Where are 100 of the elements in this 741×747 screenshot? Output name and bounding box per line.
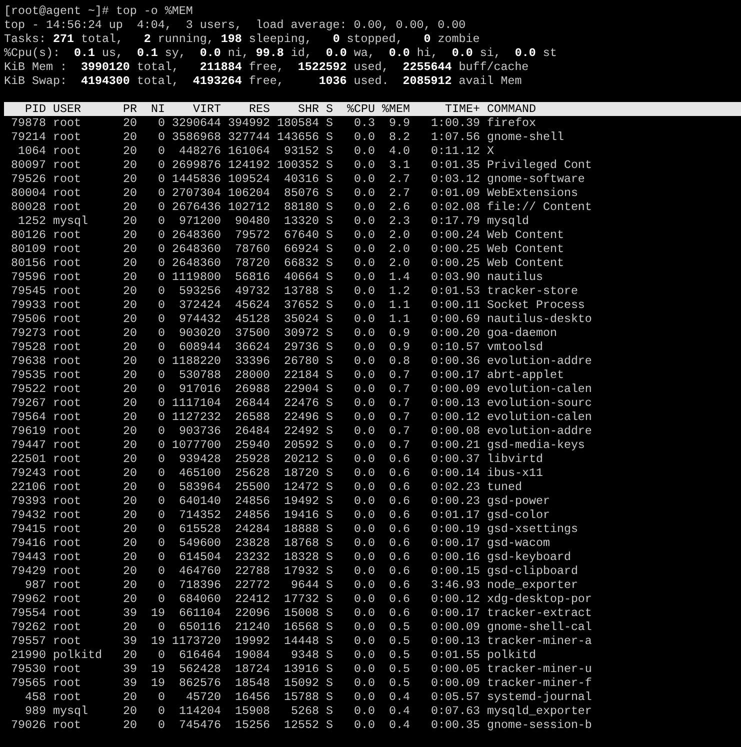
table-cell-text: 26484 xyxy=(234,424,270,438)
table-cell-text: 372424 xyxy=(178,298,221,312)
table-cell-text: 49732 xyxy=(234,284,270,298)
table-cell-text: root xyxy=(53,116,82,130)
table-cell-text: 0 xyxy=(157,564,165,578)
table-cell-text: 0.0 xyxy=(353,690,375,704)
table-cell: 180584 xyxy=(277,116,319,130)
table-cell-text: 18724 xyxy=(234,662,270,676)
table-cell-text: 0 xyxy=(157,620,165,634)
table-cell-text: 0.4 xyxy=(388,718,410,732)
table-cell-text: 0:00.17 xyxy=(430,368,480,382)
table-cell-text: 30972 xyxy=(283,326,319,340)
table-cell-text: 917016 xyxy=(178,382,221,396)
table-cell-text: 20 xyxy=(122,158,137,172)
table-cell-text: 79447 xyxy=(10,438,46,452)
table-cell-text: 0:00.37 xyxy=(430,452,480,466)
table-cell-text: root xyxy=(53,438,82,452)
table-cell-text: 640140 xyxy=(178,494,221,508)
table-cell-text: root xyxy=(53,452,82,466)
table-cell-text: 745476 xyxy=(178,718,221,732)
table-cell-text: 20 xyxy=(122,228,137,242)
table-cell-text: root xyxy=(53,144,82,158)
table-cell-text: 20 xyxy=(122,578,137,592)
table-cell-text: root xyxy=(53,718,82,732)
table-cell-text: root xyxy=(53,550,82,564)
table-cell: 1173720 xyxy=(172,634,221,648)
column-header: %MEM xyxy=(382,102,410,116)
table-cell: S xyxy=(326,186,333,200)
table-cell: WebExtensions xyxy=(487,186,578,200)
table-cell: S xyxy=(326,130,333,144)
table-cell: 3290644 xyxy=(172,116,221,130)
table-cell-text: root xyxy=(53,536,82,550)
table-cell-text: 79267 xyxy=(10,396,46,410)
table-cell: S xyxy=(326,284,333,298)
table-cell-text: 0 xyxy=(157,494,165,508)
summary-line: Tasks: 271 total, 2 running, 198 sleeping, 0 stopped, 0 zombie xyxy=(4,32,480,46)
table-cell-text: 20 xyxy=(122,326,137,340)
table-cell: 1077700 xyxy=(172,438,221,452)
table-cell: abrt-applet xyxy=(487,368,564,382)
table-cell-text: 0:03.12 xyxy=(430,172,480,186)
table-cell-text: 0.0 xyxy=(353,172,375,186)
table-cell-text: 1064 xyxy=(17,144,46,158)
table-cell-text: 20 xyxy=(122,270,137,284)
table-cell-text: 0.0 xyxy=(353,718,375,732)
table-cell-text: 20 xyxy=(122,452,137,466)
table-cell: S xyxy=(326,592,333,606)
table-cell-text: 45624 xyxy=(234,298,270,312)
table-cell-text: 20 xyxy=(122,382,137,396)
table-cell-text: 25928 xyxy=(234,452,270,466)
table-cell: S xyxy=(326,312,333,326)
summary-line: KiB Mem : 3990120 total, 211884 free, 1522592 used, 2255644 buff/cache xyxy=(4,60,529,74)
table-cell-text: 0.0 xyxy=(353,438,375,452)
table-cell-text: 13788 xyxy=(283,284,319,298)
table-cell-text: 0 xyxy=(157,144,165,158)
table-cell-text: 0.0 xyxy=(353,284,375,298)
table-cell-text: 79596 xyxy=(10,270,46,284)
table-cell: 2707304 xyxy=(172,186,221,200)
column-header: S xyxy=(326,102,333,116)
table-cell-text: 66832 xyxy=(283,256,319,270)
table-cell: S xyxy=(326,214,333,228)
table-cell-text: 0 xyxy=(157,452,165,466)
table-cell-text: 0 xyxy=(157,536,165,550)
table-cell-text: 20 xyxy=(122,186,137,200)
table-cell-text: 79262 xyxy=(10,620,46,634)
table-cell-text: 0.0 xyxy=(353,214,375,228)
table-cell-text: 80126 xyxy=(10,228,46,242)
table-cell-text: 79243 xyxy=(10,466,46,480)
table-cell-text: 0.7 xyxy=(388,410,410,424)
table-cell: S xyxy=(326,648,333,662)
table-cell-text: 25940 xyxy=(234,438,270,452)
table-cell-text: 20 xyxy=(122,256,137,270)
table-cell-text: 0:00.08 xyxy=(430,424,480,438)
table-cell-text: 22788 xyxy=(234,564,270,578)
table-cell-text: 79273 xyxy=(10,326,46,340)
table-cell-text: 0:00.09 xyxy=(430,620,480,634)
table-cell-text: 0.0 xyxy=(353,312,375,326)
table-cell-text: 608944 xyxy=(178,340,221,354)
table-cell-text: 0 xyxy=(157,396,165,410)
table-cell: gnome-software xyxy=(487,172,585,186)
summary-line: top - 14:56:24 up 4:04, 3 users, load average: 0.00, 0.00, 0.00 xyxy=(4,18,466,32)
table-cell-text: 0.6 xyxy=(388,592,410,606)
table-cell-text: 79962 xyxy=(10,592,46,606)
table-cell-text: 15008 xyxy=(283,606,319,620)
column-header: TIME+ xyxy=(444,102,480,116)
table-cell: S xyxy=(326,382,333,396)
table-cell-text: 0.0 xyxy=(353,200,375,214)
table-cell-text: 0:00.09 xyxy=(430,676,480,690)
table-cell-text: 26844 xyxy=(234,396,270,410)
table-cell-text: root xyxy=(53,312,82,326)
table-cell: Socket Process xyxy=(487,298,585,312)
table-cell-text: 20592 xyxy=(283,438,319,452)
table-cell-text: 5268 xyxy=(290,704,319,718)
table-cell: goa-daemon xyxy=(487,326,557,340)
table-cell-text: 79214 xyxy=(10,130,46,144)
table-cell-text: 0.0 xyxy=(353,228,375,242)
table-cell: S xyxy=(326,298,333,312)
table-cell-text: root xyxy=(53,634,82,648)
table-cell-text: root xyxy=(53,284,82,298)
table-cell-text: 0.0 xyxy=(353,564,375,578)
table-cell-text: 0.0 xyxy=(353,144,375,158)
